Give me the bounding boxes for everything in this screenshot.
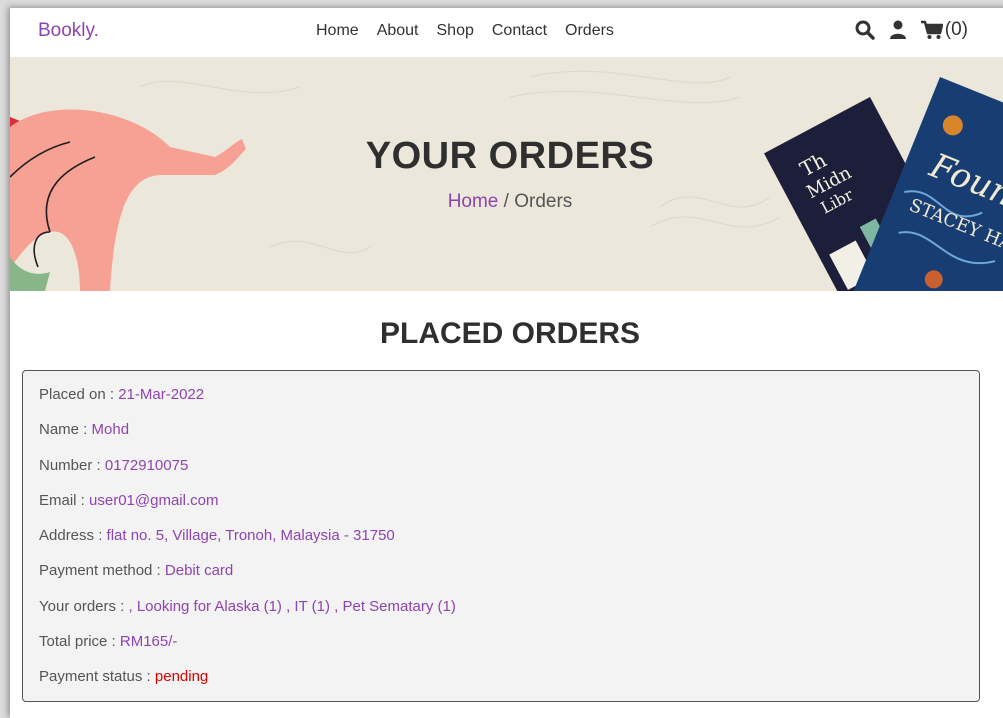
field-value: Debit card <box>164 562 234 580</box>
order-total-price: Total price : RM165/- <box>23 630 979 665</box>
breadcrumb-separator: / <box>498 191 515 212</box>
breadcrumb-home-link[interactable]: Home <box>448 191 499 212</box>
nav-contact[interactable]: Contact <box>492 22 547 40</box>
breadcrumb-current: Orders <box>514 191 573 212</box>
order-card: Placed on : 21-Mar-2022 Name : Mohd Numb… <box>22 370 980 702</box>
field-label: Your orders : <box>39 597 129 615</box>
field-value: RM165/- <box>119 633 178 651</box>
field-label: Email : <box>39 491 90 509</box>
order-number: Number : 0172910075 <box>23 454 979 489</box>
field-label: Payment status : <box>39 668 155 686</box>
cart-icon <box>920 20 943 40</box>
field-value: 0172910075 <box>104 456 189 474</box>
breadcrumb: Home / Orders <box>10 191 1003 213</box>
status-badge: pending <box>154 668 209 686</box>
user-icon[interactable] <box>889 20 907 40</box>
field-value: 21-Mar-2022 <box>118 386 205 403</box>
order-payment-method: Payment method : Debit card <box>23 559 979 594</box>
field-value: Mohd <box>91 421 130 439</box>
field-label: Address : <box>39 527 107 545</box>
field-value: , Looking for Alaska (1) , IT (1) , Pet … <box>128 597 456 615</box>
cart-count: (0) <box>944 19 968 40</box>
cart-button[interactable]: (0) <box>920 19 968 41</box>
nav-about[interactable]: About <box>377 22 419 40</box>
order-payment-status: Payment status : pending <box>23 665 979 700</box>
section-title: PLACED ORDERS <box>379 317 641 350</box>
field-label: Total price : <box>39 633 120 651</box>
browser-page: Bookly. Home About Shop Contact Orders (… <box>10 8 1003 718</box>
order-address: Address : flat no. 5, Village, Tronoh, M… <box>23 524 979 559</box>
order-email: Email : user01@gmail.com <box>23 489 979 524</box>
hero-banner: Th Midn Libr Foun STACEY HA YOUR ORDERS … <box>10 57 1003 291</box>
field-label: Payment method : <box>39 562 165 580</box>
nav-home[interactable]: Home <box>316 22 359 40</box>
field-label: Placed on : <box>39 386 119 403</box>
field-value: user01@gmail.com <box>89 491 219 509</box>
field-label: Number : <box>39 456 105 474</box>
brand-logo[interactable]: Bookly. <box>38 20 99 42</box>
field-label: Name : <box>39 421 92 439</box>
site-header: Bookly. Home About Shop Contact Orders (… <box>10 8 1003 57</box>
field-value: flat no. 5, Village, Tronoh, Malaysia - … <box>106 527 395 545</box>
search-icon[interactable] <box>855 20 875 40</box>
page-title: YOUR ORDERS <box>365 135 655 177</box>
order-name: Name : Mohd <box>23 418 979 453</box>
header-icons: (0) <box>855 19 968 41</box>
nav-orders[interactable]: Orders <box>565 22 614 40</box>
order-items: Your orders : , Looking for Alaska (1) ,… <box>23 595 979 630</box>
main-nav: Home About Shop Contact Orders <box>316 22 614 40</box>
nav-shop[interactable]: Shop <box>437 22 474 40</box>
order-placed-on: Placed on : 21-Mar-2022 <box>23 383 979 418</box>
